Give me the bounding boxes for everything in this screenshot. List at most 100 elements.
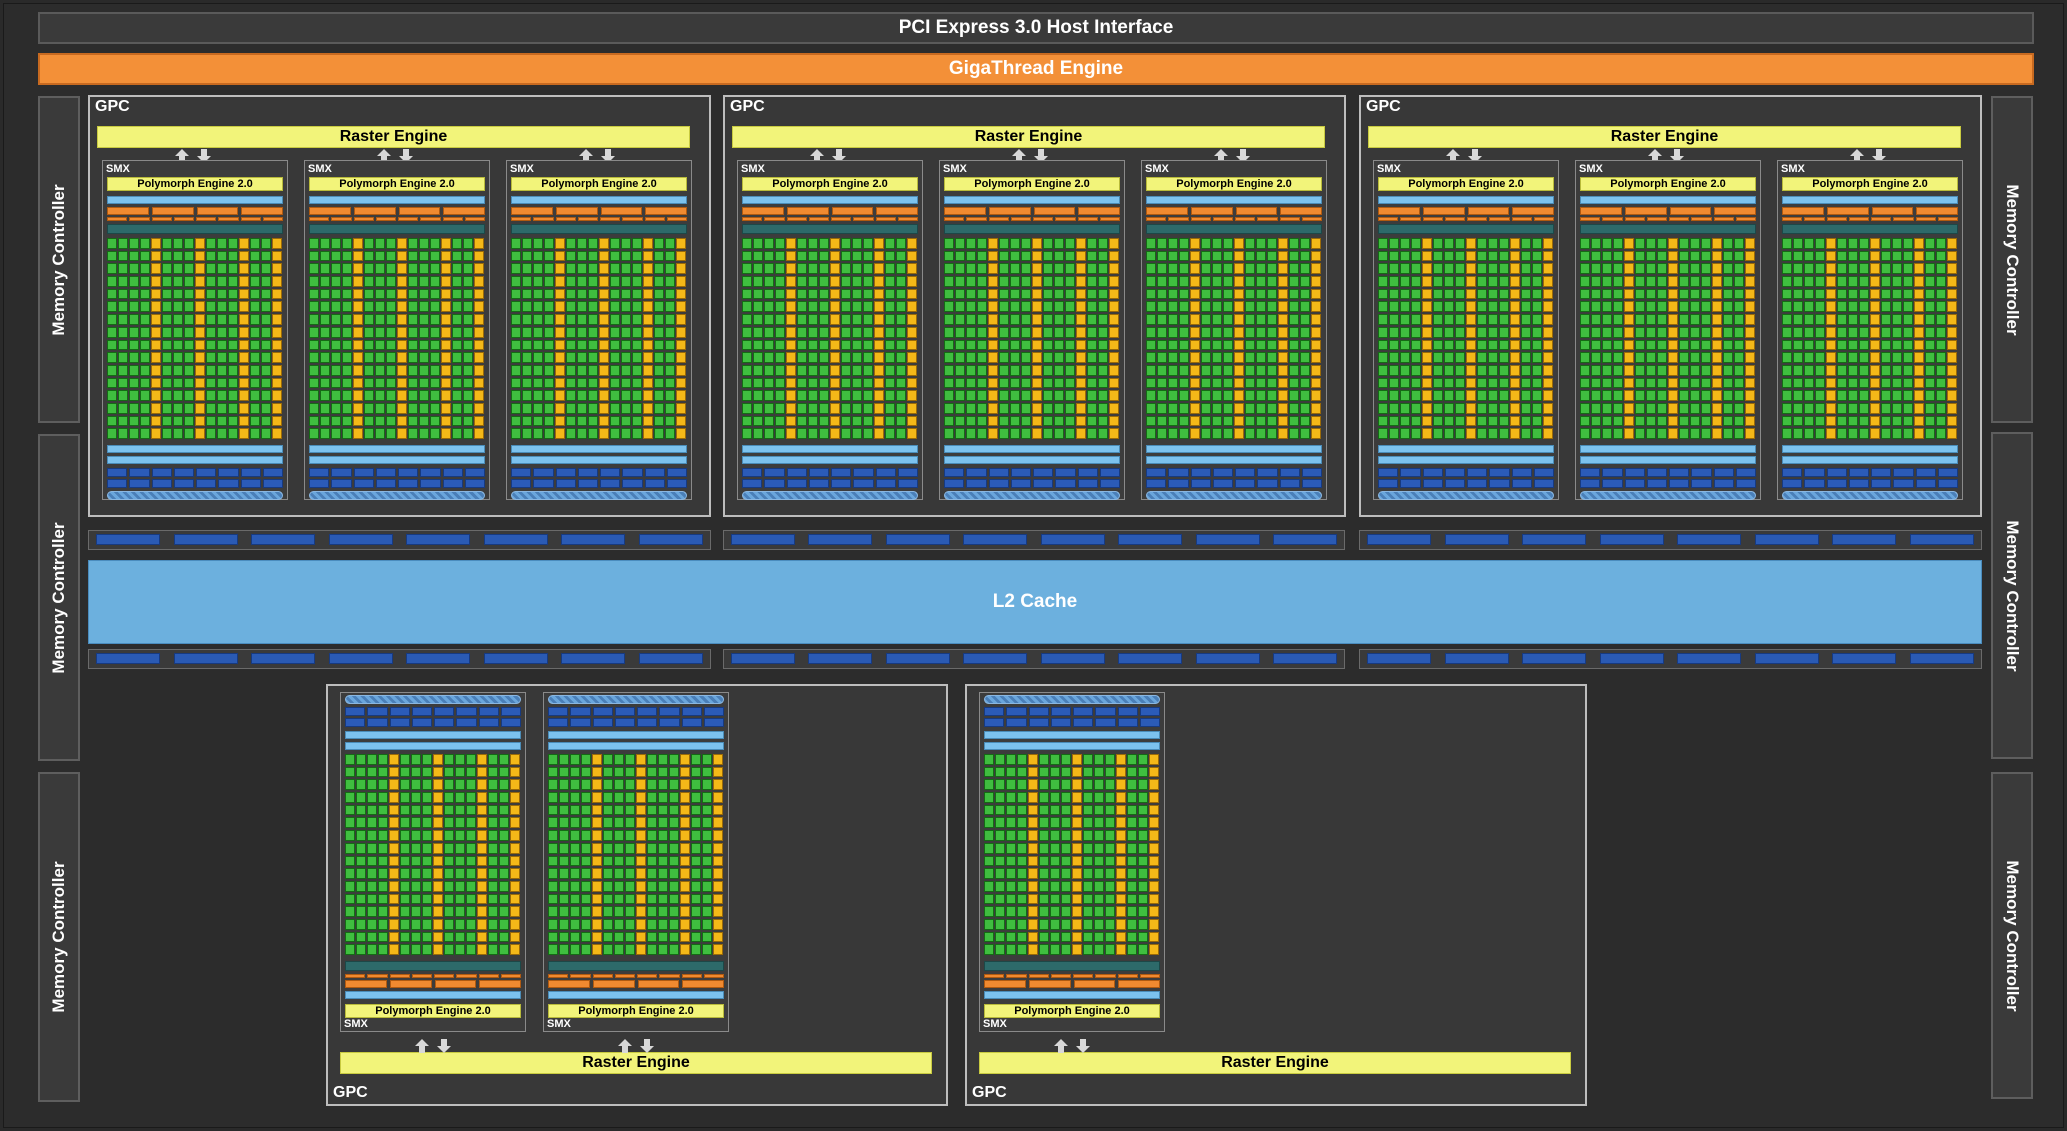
special-function-unit [786,250,796,262]
memory-interface-block [1910,653,1974,664]
special-function-unit [1278,314,1288,325]
cuda-core [896,301,906,313]
special-function-unit [239,390,249,401]
cuda-core [955,415,965,427]
cuda-core [1793,326,1803,338]
special-function-unit [1422,339,1432,351]
cuda-core [522,288,532,300]
cuda-core [1532,238,1542,249]
smx-label: SMX [1781,163,1805,175]
special-function-unit [1234,364,1244,376]
cuda-core [566,352,576,363]
cuda-core [1212,339,1222,351]
cuda-core [309,250,319,262]
cuda-core [603,792,613,803]
cuda-core [625,868,635,879]
memory-interface-block [731,534,795,545]
cuda-core [250,415,260,427]
memory-interface-block [1677,534,1742,545]
special-function-unit [874,301,884,313]
warp-scheduler-slot [1511,217,1532,221]
special-function-unit [1116,944,1126,955]
cuda-core [977,390,987,401]
cuda-core [1065,377,1075,389]
cuda-core [544,288,554,300]
cuda-core [455,880,465,892]
load-store-unit [1055,468,1076,477]
cuda-core [1006,779,1016,791]
load-store-unit [1077,468,1098,477]
dispatch-unit [1118,980,1160,988]
memory-interface-block [1522,534,1587,545]
special-function-unit [195,314,205,325]
cuda-core [966,238,976,249]
cuda-core [1411,339,1421,351]
cuda-core [797,314,807,325]
cuda-core [452,339,462,351]
special-function-unit [1072,906,1082,917]
cuda-core [841,415,851,427]
cuda-core [1925,428,1935,439]
special-function-unit [786,276,796,287]
cuda-core [654,352,664,363]
special-function-unit [397,415,407,427]
memory-interface-block [1677,653,1742,664]
cuda-core [665,314,675,325]
special-function-unit [353,326,363,338]
cuda-core [819,352,829,363]
cuda-core [1635,402,1645,414]
cuda-core [1267,263,1277,275]
cuda-core [463,326,473,338]
load-store-unit [464,468,485,477]
special-function-unit [643,326,653,338]
cuda-core [753,326,763,338]
cuda-core [356,918,366,930]
polymorph-engine-text: Polymorph Engine 2.0 [339,178,455,190]
cuda-core [1267,238,1277,249]
cuda-core [1580,301,1590,313]
cuda-core [603,766,613,778]
cuda-core [1098,238,1108,249]
special-function-unit [1466,314,1476,325]
warp-scheduler-slot [1848,217,1869,221]
warp-scheduler-slot [331,217,352,221]
cuda-core [995,754,1005,765]
cuda-core [1815,288,1825,300]
cuda-core [1936,364,1946,376]
special-function-unit [1311,326,1321,338]
cuda-core [1679,288,1689,300]
cuda-core [658,830,668,841]
gpc-label: GPC [730,98,765,115]
cuda-core [896,364,906,376]
special-function-unit [555,314,565,325]
special-function-unit [1466,301,1476,313]
special-function-unit [1543,250,1553,262]
cuda-core [654,415,664,427]
cuda-core [129,377,139,389]
cuda-core [559,779,569,791]
cuda-core [1087,301,1097,313]
special-function-unit [874,415,884,427]
special-function-unit [474,428,484,439]
cuda-core [570,754,580,765]
cuda-core [1690,276,1700,287]
cuda-core [309,288,319,300]
cuda-core [1098,339,1108,351]
cuda-core [1477,352,1487,363]
special-function-unit [1870,390,1880,401]
special-function-unit [1914,428,1924,439]
warp-scheduler-slot [1937,217,1958,221]
cuda-core [375,250,385,262]
cuda-core [1223,352,1233,363]
cuda-core [1848,276,1858,287]
load-store-unit [345,718,366,727]
cuda-core [455,944,465,955]
cuda-core [356,944,366,955]
cuda-core [184,326,194,338]
load-store-unit [1378,479,1399,488]
cuda-core [977,263,987,275]
cuda-core [984,868,994,879]
special-function-unit [1745,301,1755,313]
instruction-cache-bar [345,991,521,999]
special-function-unit [1032,288,1042,300]
